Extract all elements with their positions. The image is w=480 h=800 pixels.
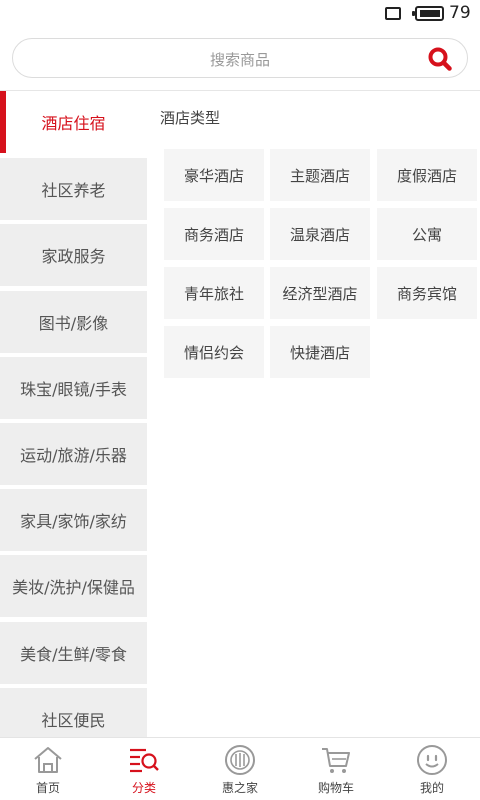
sidebar-item-books-media[interactable]: 图书/影像	[0, 291, 147, 353]
search-icon[interactable]	[427, 47, 453, 71]
home-icon	[34, 747, 62, 773]
category-sidebar: 酒店住宿 社区养老 家政服务 图书/影像 珠宝/眼镜/手表 运动/旅游/乐器 家…	[0, 91, 147, 737]
tag-youth-hostel[interactable]: 青年旅社	[164, 267, 264, 319]
tab-profile[interactable]: 我的	[384, 738, 480, 800]
tag-theme-hotel[interactable]: 主题酒店	[270, 149, 370, 201]
sidebar-item-beauty[interactable]: 美妆/洗护/保健品	[0, 555, 147, 617]
sidebar-item-furniture[interactable]: 家具/家饰/家纺	[0, 489, 147, 551]
tag-hot-spring-hotel[interactable]: 温泉酒店	[270, 208, 370, 260]
sidebar-item-hotel[interactable]: 酒店住宿	[0, 91, 147, 153]
tab-label: 分类	[131, 781, 156, 795]
sidebar-item-food[interactable]: 美食/生鲜/零食	[0, 622, 147, 684]
sidebar-item-community[interactable]: 社区便民	[0, 688, 147, 737]
profile-icon	[417, 745, 447, 775]
tab-hui-home[interactable]: 惠之家	[192, 738, 288, 800]
hui-home-icon	[225, 745, 255, 775]
tag-express-hotel[interactable]: 快捷酒店	[270, 326, 370, 378]
sidebar-item-housekeeping[interactable]: 家政服务	[0, 224, 147, 286]
cart-icon	[322, 748, 350, 773]
sidebar-item-elderly-care[interactable]: 社区养老	[0, 158, 147, 220]
section-title: 酒店类型	[160, 109, 221, 127]
tab-label: 我的	[419, 781, 444, 795]
tab-category[interactable]: 分类	[96, 738, 192, 800]
status-bar: 79	[0, 0, 480, 28]
tag-resort-hotel[interactable]: 度假酒店	[377, 149, 477, 201]
category-content: 酒店类型 豪华酒店 主题酒店 度假酒店 商务酒店 温泉酒店 公寓 青年旅社 经济…	[147, 91, 480, 737]
battery-icon	[412, 6, 444, 21]
sidebar-item-sports-travel[interactable]: 运动/旅游/乐器	[0, 423, 147, 485]
tag-business-hotel[interactable]: 商务酒店	[164, 208, 264, 260]
tab-label: 购物车	[317, 781, 354, 795]
tag-luxury-hotel[interactable]: 豪华酒店	[164, 149, 264, 201]
tag-business-inn[interactable]: 商务宾馆	[377, 267, 477, 319]
search-bar[interactable]: 搜索商品	[12, 38, 468, 78]
bottom-tab-bar: 首页 分类 惠之家 购物车 我的	[0, 737, 480, 800]
tag-apartment[interactable]: 公寓	[377, 208, 477, 260]
tag-budget-hotel[interactable]: 经济型酒店	[270, 267, 370, 319]
tab-label: 首页	[35, 781, 60, 795]
search-input[interactable]: 搜索商品	[13, 49, 467, 70]
category-icon	[130, 748, 159, 773]
tab-cart[interactable]: 购物车	[288, 738, 384, 800]
battery-level: 79	[449, 3, 471, 23]
sim-icon	[385, 7, 401, 20]
sidebar-item-jewelry[interactable]: 珠宝/眼镜/手表	[0, 357, 147, 419]
tab-label: 惠之家	[221, 781, 258, 795]
tag-couple-date[interactable]: 情侣约会	[164, 326, 264, 378]
tab-home[interactable]: 首页	[0, 738, 96, 800]
